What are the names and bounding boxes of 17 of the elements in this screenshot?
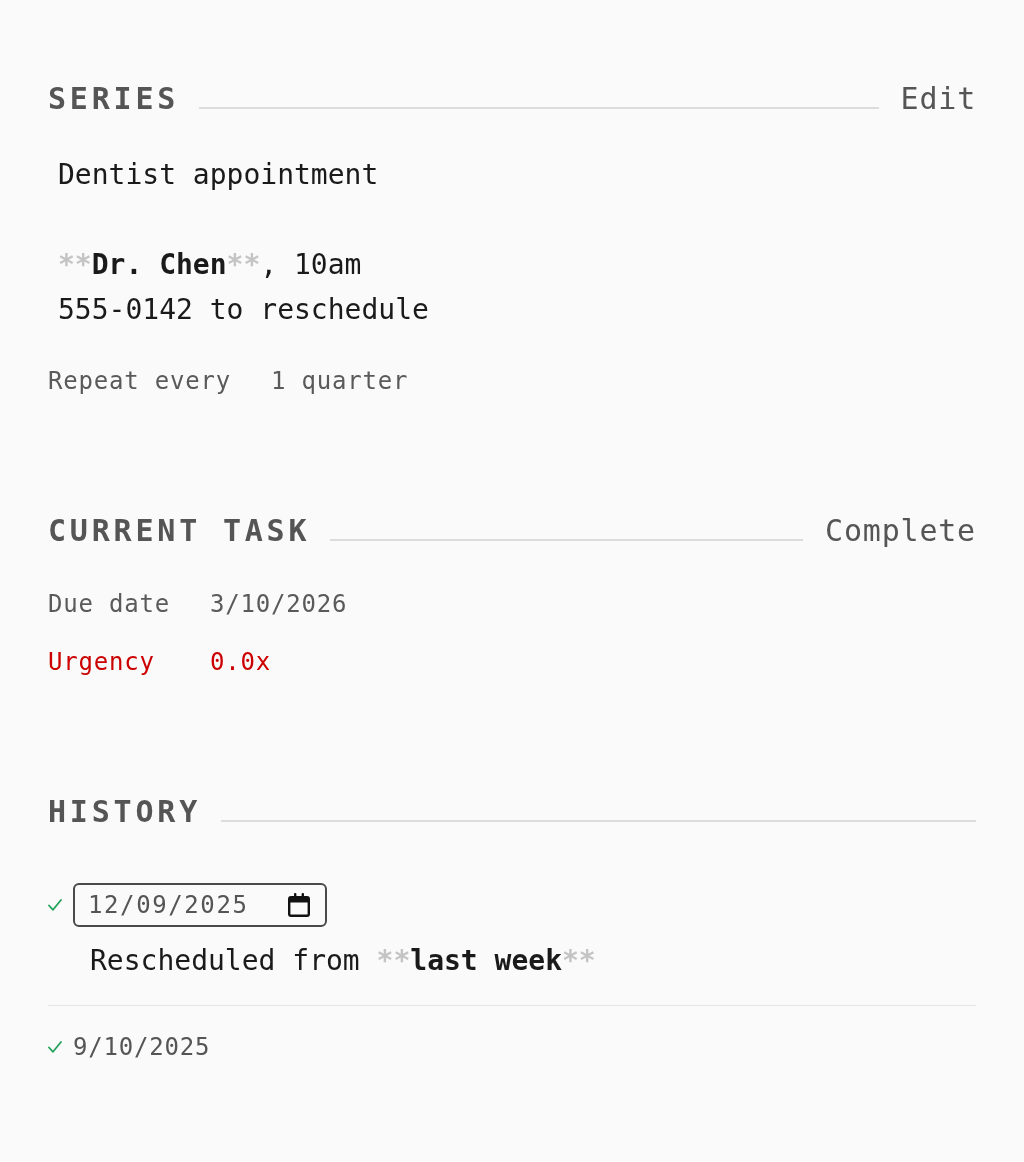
field-label: Urgency	[48, 647, 155, 677]
repeat-label: Repeat every	[48, 366, 231, 396]
repeat-value: 1 quarter	[271, 366, 409, 396]
section-heading: SERIES	[48, 80, 180, 118]
history-note: Rescheduled from **last week**	[90, 943, 597, 979]
section-heading: HISTORY	[48, 793, 202, 831]
complete-button[interactable]: Complete	[825, 511, 976, 551]
edit-button[interactable]: Edit	[900, 79, 976, 119]
history-date: 9/10/2025	[73, 1032, 211, 1063]
date-field[interactable]: 12/09/2025	[73, 883, 327, 927]
field-value: 0.0x	[210, 647, 271, 677]
field-label: Due date	[48, 589, 170, 619]
calendar-icon[interactable]	[288, 893, 310, 917]
series-title: Dentist appointment	[57, 157, 380, 193]
field-value: 3/10/2026	[210, 589, 348, 619]
section-heading: CURRENT TASK	[48, 512, 311, 550]
notes-text: **Dr. Chen**, 10am 555-0142 to reschedule	[57, 247, 430, 328]
